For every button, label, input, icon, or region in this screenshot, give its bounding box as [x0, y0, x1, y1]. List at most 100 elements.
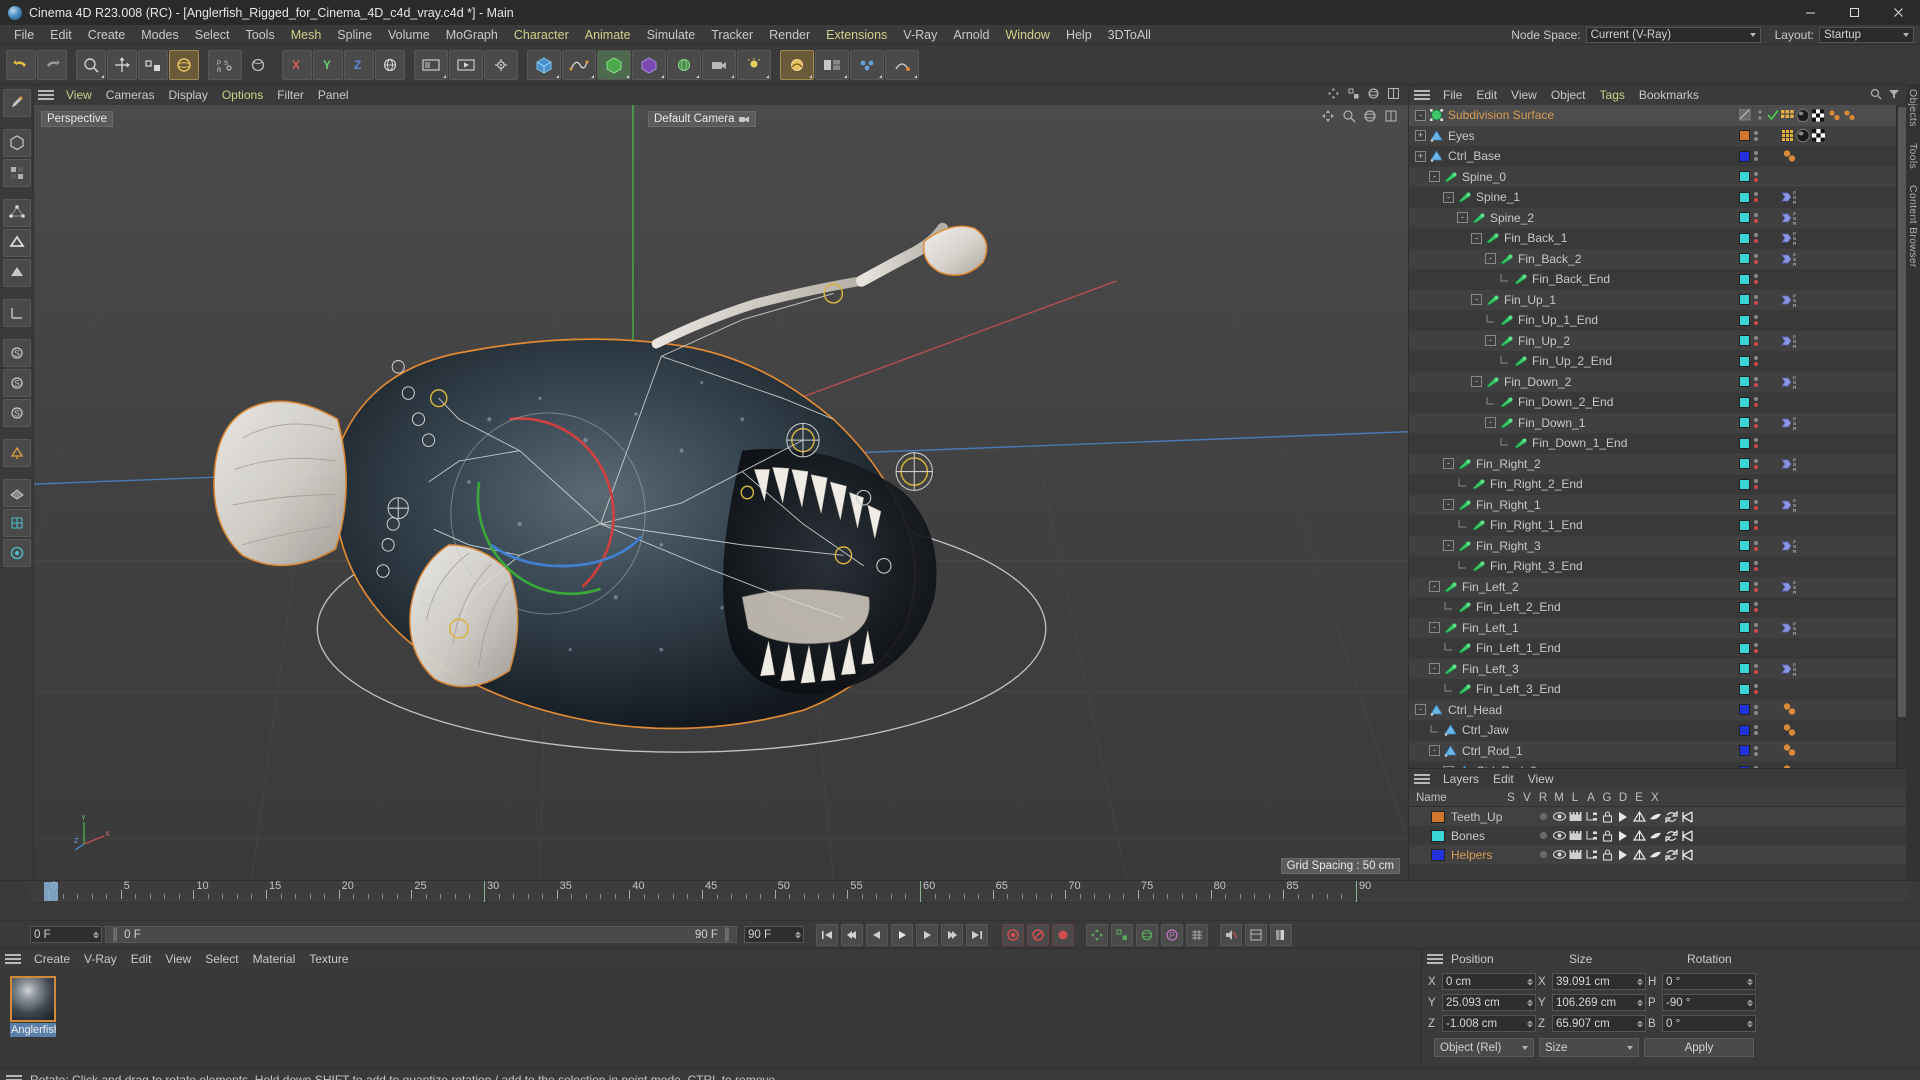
- object-color-chip[interactable]: [1739, 355, 1750, 367]
- object-visibility-dots[interactable]: [1754, 212, 1758, 223]
- viewport-rotate-icon[interactable]: [1367, 87, 1380, 103]
- layer-toggle-l[interactable]: [1599, 829, 1615, 842]
- material-menu-material[interactable]: Material: [246, 949, 303, 969]
- object-expand-toggle[interactable]: [1443, 642, 1454, 654]
- object-row[interactable]: - Ctrl_Rod_2: [1409, 761, 1896, 768]
- object-visibility-dots[interactable]: [1754, 581, 1758, 592]
- layer-toggle-d[interactable]: [1647, 849, 1663, 861]
- object-expand-toggle[interactable]: +: [1415, 130, 1426, 142]
- object-visibility-dots[interactable]: [1754, 192, 1758, 203]
- object-row[interactable]: Fin_Down_2_End: [1409, 392, 1896, 413]
- layer-row[interactable]: Bones: [1409, 826, 1906, 845]
- render-settings-button[interactable]: [484, 49, 518, 80]
- layer-toggle-a[interactable]: [1615, 811, 1631, 823]
- object-tags[interactable]: [1781, 149, 1799, 164]
- points-mode-button[interactable]: [2, 199, 31, 227]
- menu-item-animate[interactable]: Animate: [577, 25, 639, 45]
- object-row[interactable]: - Fin_Down_1 P S R: [1409, 412, 1896, 433]
- object-row[interactable]: Fin_Right_3_End: [1409, 556, 1896, 577]
- object-row[interactable]: - Fin_Up_2 P S R: [1409, 330, 1896, 351]
- position-key-button[interactable]: [1086, 923, 1108, 946]
- menu-item-select[interactable]: Select: [187, 25, 238, 45]
- object-expand-toggle[interactable]: -: [1415, 109, 1426, 121]
- object-tags[interactable]: PSR: [1781, 189, 1803, 205]
- enable-snap-button[interactable]: S: [2, 369, 31, 397]
- polygons-mode-button[interactable]: [2, 259, 31, 287]
- add-generator-button[interactable]: [597, 49, 631, 80]
- viewport-menu-cameras[interactable]: Cameras: [99, 85, 162, 105]
- add-deformer-button[interactable]: [632, 49, 666, 80]
- material-manager-body[interactable]: Anglerfish: [0, 969, 1421, 1068]
- axis-mode-button[interactable]: [2, 299, 31, 327]
- viewport-maximize-icon[interactable]: [1387, 87, 1400, 103]
- object-visibility-dots[interactable]: [1754, 643, 1758, 654]
- object-tags[interactable]: PSR: [1781, 292, 1803, 308]
- material-menu-view[interactable]: View: [158, 949, 198, 969]
- object-color-chip[interactable]: [1739, 396, 1750, 408]
- object-color-chip[interactable]: [1739, 724, 1750, 736]
- coordinates-menu-icon[interactable]: [1427, 954, 1443, 964]
- object-visibility-dots[interactable]: [1754, 561, 1758, 572]
- layer-toggle-g[interactable]: [1631, 848, 1647, 861]
- material-menu-edit[interactable]: Edit: [124, 949, 159, 969]
- object-tags[interactable]: PSR: [1781, 251, 1803, 267]
- viewport-scale-icon[interactable]: [1347, 87, 1360, 103]
- material-menu-select[interactable]: Select: [198, 949, 245, 969]
- material-manager-menu-icon[interactable]: [5, 954, 21, 964]
- menu-item-mograph[interactable]: MoGraph: [438, 25, 506, 45]
- object-visibility-dots[interactable]: [1754, 745, 1758, 756]
- object-color-chip[interactable]: [1739, 499, 1750, 511]
- object-expand-toggle[interactable]: [1443, 601, 1454, 613]
- object-tags[interactable]: PSR: [1781, 210, 1803, 226]
- object-visibility-dots[interactable]: [1754, 458, 1758, 469]
- viewport-fullscreen-icon[interactable]: [1384, 109, 1398, 126]
- object-expand-toggle[interactable]: [1457, 519, 1468, 531]
- lock-workplane-button[interactable]: [2, 439, 31, 467]
- layer-toggle-s[interactable]: [1535, 830, 1551, 841]
- object-color-chip[interactable]: [1739, 314, 1750, 326]
- menu-item-modes[interactable]: Modes: [133, 25, 187, 45]
- apply-button[interactable]: Apply: [1644, 1038, 1754, 1057]
- object-expand-toggle[interactable]: [1457, 560, 1468, 572]
- object-row[interactable]: Fin_Left_3_End: [1409, 679, 1896, 700]
- layer-color-swatch[interactable]: [1431, 829, 1445, 842]
- object-color-chip[interactable]: [1739, 130, 1750, 142]
- object-row[interactable]: - Fin_Left_2 P S R: [1409, 576, 1896, 597]
- object-color-chip[interactable]: [1739, 519, 1750, 531]
- object-visibility-dots[interactable]: [1754, 602, 1758, 613]
- layers-menu-edit[interactable]: Edit: [1486, 769, 1521, 789]
- viewport-menu-icon[interactable]: [38, 90, 54, 100]
- object-visibility-dots[interactable]: [1754, 622, 1758, 633]
- object-color-chip[interactable]: [1739, 683, 1750, 695]
- timeline-playhead[interactable]: [44, 882, 58, 901]
- layer-row[interactable]: Teeth_Up: [1409, 807, 1906, 826]
- object-row[interactable]: - Fin_Right_2 P S R: [1409, 453, 1896, 474]
- add-camera-button[interactable]: [702, 49, 736, 80]
- object-color-chip[interactable]: [1739, 765, 1750, 768]
- planar-workplane-button[interactable]: [2, 479, 31, 507]
- object-visibility-dots[interactable]: [1754, 376, 1758, 387]
- menu-item-3dtoall[interactable]: 3DToAll: [1100, 25, 1159, 45]
- viewport-move-icon[interactable]: [1327, 87, 1340, 103]
- layer-toggle-g[interactable]: [1631, 810, 1647, 823]
- object-expand-toggle[interactable]: -: [1485, 335, 1496, 347]
- object-expand-toggle[interactable]: [1485, 314, 1496, 326]
- size-y-field[interactable]: 106.269 cm: [1552, 994, 1646, 1011]
- material-thumbnail[interactable]: [10, 976, 56, 1022]
- object-color-chip[interactable]: [1739, 191, 1750, 203]
- workplane-button[interactable]: S: [2, 399, 31, 427]
- object-tags[interactable]: PSR: [1781, 374, 1803, 390]
- world-coordinate-button[interactable]: [375, 49, 405, 80]
- object-color-chip[interactable]: [1739, 273, 1750, 285]
- viewport-menu-view[interactable]: View: [59, 85, 99, 105]
- object-tags[interactable]: [1781, 743, 1799, 758]
- object-row[interactable]: - Fin_Back_1 P S R: [1409, 228, 1896, 249]
- object-color-chip[interactable]: [1739, 540, 1750, 552]
- object-visibility-dots[interactable]: [1754, 253, 1758, 264]
- object-row[interactable]: - Spine_0: [1409, 166, 1896, 187]
- layer-toggle-v[interactable]: [1551, 811, 1567, 822]
- menu-item-render[interactable]: Render: [761, 25, 818, 45]
- mute-sound-button[interactable]: [1220, 923, 1242, 946]
- object-row[interactable]: - Ctrl_Rod_1: [1409, 740, 1896, 761]
- object-color-chip[interactable]: [1739, 745, 1750, 757]
